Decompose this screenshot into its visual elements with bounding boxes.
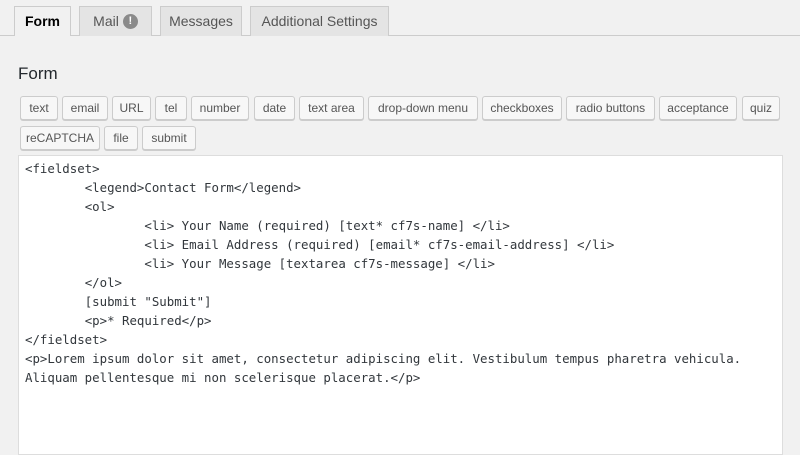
tag-button-dropdown-menu[interactable]: drop-down menu: [368, 96, 478, 120]
form-editor-content: <fieldset> <legend>Contact Form</legend>…: [25, 161, 742, 385]
warning-icon: !: [122, 13, 138, 29]
panel-title: Form: [18, 64, 58, 83]
tag-button-tel[interactable]: tel: [155, 96, 187, 120]
tag-button-date[interactable]: date: [254, 96, 295, 120]
tag-button-email[interactable]: email: [62, 96, 108, 120]
tag-button-text[interactable]: text: [20, 96, 58, 120]
tab-bar: Form Mail! Messages Additional Settings: [0, 0, 800, 37]
tab-mail[interactable]: Mail!: [79, 6, 152, 36]
form-editor-textarea[interactable]: <fieldset> <legend>Contact Form</legend>…: [18, 155, 783, 455]
tab-messages[interactable]: Messages: [160, 6, 242, 36]
tag-button-file[interactable]: file: [104, 126, 138, 150]
tab-messages-label: Messages: [169, 13, 233, 29]
tag-button-submit[interactable]: submit: [142, 126, 196, 150]
tab-additional-settings[interactable]: Additional Settings: [250, 6, 389, 36]
tab-form-label: Form: [25, 13, 60, 29]
tag-button-url[interactable]: URL: [112, 96, 151, 120]
tag-button-radio-buttons[interactable]: radio buttons: [566, 96, 655, 120]
tag-button-number[interactable]: number: [191, 96, 249, 120]
tag-button-acceptance[interactable]: acceptance: [659, 96, 737, 120]
tag-button-checkboxes[interactable]: checkboxes: [482, 96, 562, 120]
tag-button-recaptcha[interactable]: reCAPTCHA: [20, 126, 100, 150]
form-panel: Form text email URL tel number date text…: [0, 36, 800, 455]
tab-additional-settings-label: Additional Settings: [261, 13, 378, 29]
tag-button-quiz[interactable]: quiz: [742, 96, 780, 120]
tab-form[interactable]: Form: [14, 6, 71, 37]
tag-button-textarea[interactable]: text area: [299, 96, 364, 120]
tab-mail-label: Mail: [93, 13, 119, 29]
